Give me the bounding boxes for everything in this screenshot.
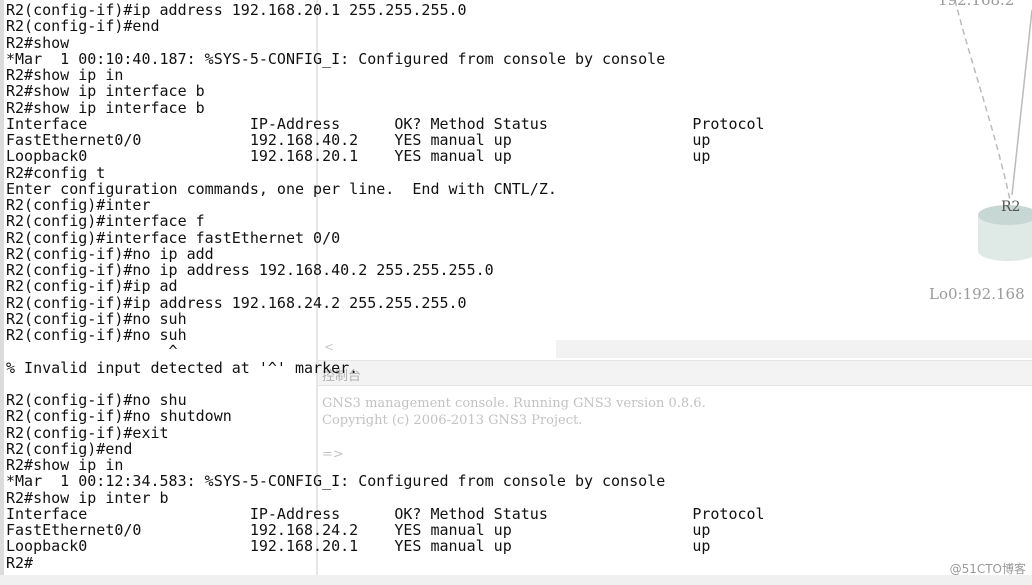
console-title-bar: 控制台 — [318, 360, 1032, 386]
router-label: R2 — [1001, 199, 1021, 215]
console-prompt[interactable]: => — [322, 447, 344, 462]
loopback-label: Lo0:192.168 — [929, 285, 1025, 303]
window-left-edge — [0, 0, 4, 585]
network-label-top: 192.168.2 — [938, 0, 1015, 9]
scroll-track[interactable] — [556, 340, 1032, 358]
watermark: @51CTO博客 — [949, 562, 1026, 576]
link-line — [954, 0, 1011, 201]
console-title: 控制台 — [322, 369, 362, 384]
gns3-workspace: 192.168.2 R2 Lo0:192.168 < 控制台 GNS3 mana… — [0, 0, 1032, 585]
scroll-left-icon[interactable]: < — [324, 340, 334, 354]
pane-divider[interactable] — [316, 0, 318, 585]
link-line-2 — [1011, 9, 1032, 196]
topology-canvas[interactable] — [900, 0, 1032, 330]
window-bottom-edge — [0, 575, 1032, 585]
management-console[interactable]: < 控制台 GNS3 management console. Running G… — [318, 340, 1032, 575]
console-scrollbar[interactable]: < — [318, 340, 1032, 358]
console-line: Copyright (c) 2006-2013 GNS3 Project. — [322, 413, 583, 428]
console-line: GNS3 management console. Running GNS3 ve… — [322, 396, 706, 411]
